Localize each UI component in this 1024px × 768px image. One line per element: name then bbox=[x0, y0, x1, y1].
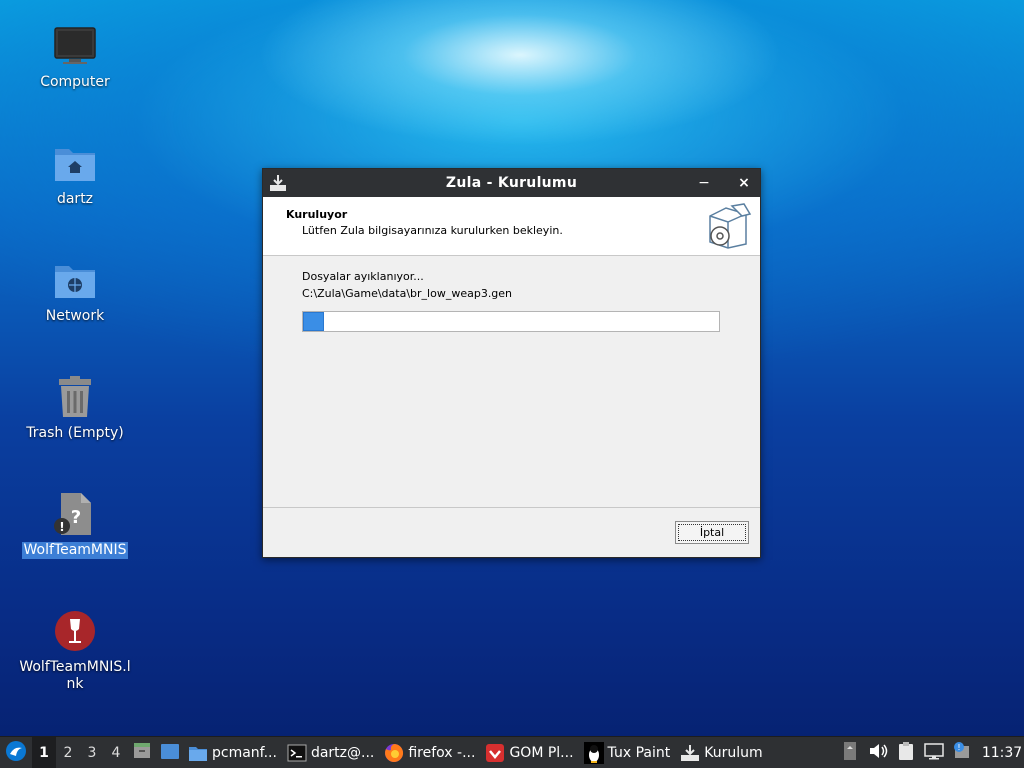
desktop-icon-label: WolfTeamMNIS.lnk bbox=[19, 659, 131, 692]
header-title: Kuruluyor bbox=[286, 208, 348, 221]
desktop-icon-label: Trash (Empty) bbox=[26, 425, 124, 441]
install-box-icon bbox=[706, 202, 752, 250]
terminal-icon bbox=[287, 743, 307, 763]
svg-text:!: ! bbox=[957, 743, 960, 752]
home-folder-icon bbox=[51, 139, 99, 187]
network-folder-icon bbox=[51, 256, 99, 304]
dialog-footer: İptal bbox=[263, 508, 760, 556]
dialog-header: Kuruluyor Lütfen Zula bilgisayarınıza ku… bbox=[263, 197, 760, 256]
tray-network[interactable] bbox=[920, 737, 948, 768]
file-manager-launcher[interactable] bbox=[156, 737, 184, 768]
tray-scroll-button[interactable] bbox=[836, 737, 864, 768]
trash-icon bbox=[51, 373, 99, 421]
desktop-icon-label: dartz bbox=[56, 191, 94, 207]
dialog-title: Zula - Kurulumu bbox=[445, 175, 578, 191]
header-subtitle: Lütfen Zula bilgisayarınıza kurulurken b… bbox=[302, 224, 563, 237]
workspace-2[interactable]: 2 bbox=[56, 737, 80, 768]
task-label: Tux Paint bbox=[607, 744, 671, 761]
taskbar: 1 2 3 4 pcmanf... dartz@... firefox -...… bbox=[0, 736, 1024, 768]
tray-notification[interactable]: ! bbox=[948, 737, 976, 768]
svg-text:?: ? bbox=[71, 507, 81, 528]
desktop-icon-wolfteam-file[interactable]: ?! WolfTeamMNIS bbox=[15, 490, 135, 559]
lubuntu-logo-icon bbox=[5, 740, 27, 766]
progress-bar bbox=[302, 311, 720, 332]
desktop-icon-trash[interactable]: Trash (Empty) bbox=[15, 373, 135, 442]
desktop-icon-label: Computer bbox=[40, 74, 110, 90]
folder-icon bbox=[188, 743, 208, 763]
task-label: Kurulum bbox=[704, 744, 763, 761]
computer-icon bbox=[51, 22, 99, 70]
notification-icon: ! bbox=[952, 741, 972, 764]
desktop-icon-home[interactable]: dartz bbox=[15, 139, 135, 208]
show-desktop-icon bbox=[133, 742, 151, 764]
desktop-icon-computer[interactable]: Computer bbox=[15, 22, 135, 91]
installer-dialog: Zula - Kurulumu − × Kuruluyor Lütfen Zul… bbox=[262, 168, 761, 558]
task-gom-player[interactable]: GOM Pl... bbox=[481, 737, 579, 768]
current-file-path: C:\Zula\Game\data\br_low_weap3.gen bbox=[302, 287, 513, 300]
desktop-icon-label: WolfTeamMNIS bbox=[21, 542, 129, 559]
show-desktop-button[interactable] bbox=[128, 737, 156, 768]
firefox-icon bbox=[384, 743, 404, 763]
installer-icon bbox=[680, 743, 700, 763]
task-terminal[interactable]: dartz@... bbox=[283, 737, 380, 768]
progress-fill bbox=[303, 312, 324, 331]
workspace-4[interactable]: 4 bbox=[104, 737, 128, 768]
dialog-body: Dosyalar ayıklanıyor... C:\Zula\Game\dat… bbox=[263, 256, 760, 508]
task-pcmanfm[interactable]: pcmanf... bbox=[184, 737, 283, 768]
gom-player-icon bbox=[485, 743, 505, 763]
cancel-button[interactable]: İptal bbox=[675, 521, 749, 544]
task-firefox[interactable]: firefox -... bbox=[380, 737, 481, 768]
clock[interactable]: 11:37 bbox=[980, 737, 1024, 768]
tux-paint-icon bbox=[583, 741, 604, 764]
close-button[interactable]: × bbox=[734, 173, 754, 193]
minimize-button[interactable]: − bbox=[694, 173, 714, 193]
unknown-file-icon: ?! bbox=[51, 490, 99, 538]
task-tux-paint[interactable]: Tux Paint bbox=[580, 737, 677, 768]
task-label: firefox -... bbox=[408, 744, 476, 761]
dialog-titlebar[interactable]: Zula - Kurulumu − × bbox=[263, 169, 760, 197]
volume-icon bbox=[868, 742, 888, 764]
svg-text:!: ! bbox=[59, 520, 64, 534]
status-text: Dosyalar ayıklanıyor... bbox=[302, 270, 424, 283]
start-menu-button[interactable] bbox=[0, 737, 32, 768]
desktop-icon-label: Network bbox=[45, 308, 105, 324]
network-icon bbox=[924, 742, 944, 764]
task-label: GOM Pl... bbox=[509, 744, 574, 761]
folder-launcher-icon bbox=[160, 742, 180, 764]
installer-icon bbox=[269, 174, 287, 192]
desktop-icon-wolfteam-lnk[interactable]: WolfTeamMNIS.lnk bbox=[15, 607, 135, 693]
workspace-3[interactable]: 3 bbox=[80, 737, 104, 768]
workspace-1[interactable]: 1 bbox=[32, 736, 56, 768]
clipboard-icon bbox=[897, 741, 915, 765]
desktop-icon-network[interactable]: Network bbox=[15, 256, 135, 325]
wine-icon bbox=[51, 607, 99, 655]
tray-clipboard[interactable] bbox=[892, 737, 920, 768]
tray-volume[interactable] bbox=[864, 737, 892, 768]
task-kurulum[interactable]: Kurulum bbox=[676, 737, 768, 768]
task-label: pcmanf... bbox=[212, 744, 277, 761]
scroll-arrow-icon bbox=[843, 741, 857, 765]
task-label: dartz@... bbox=[310, 744, 375, 761]
